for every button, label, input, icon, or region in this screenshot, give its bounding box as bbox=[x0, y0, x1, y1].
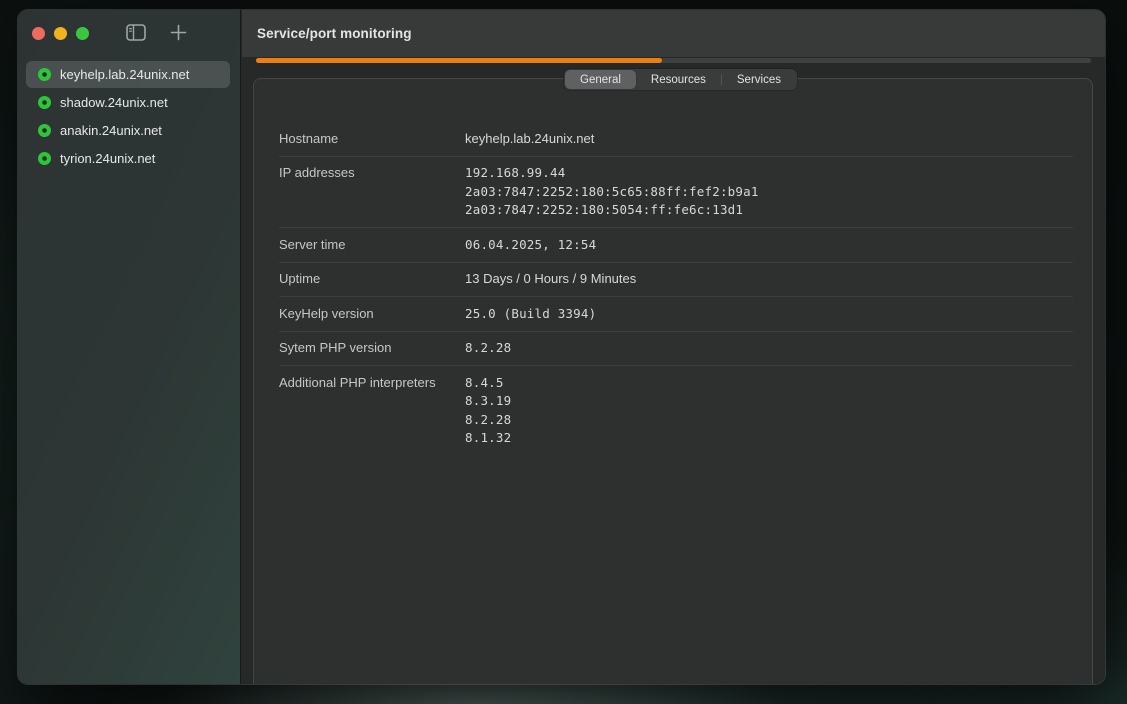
detail-row-server-time: Server time 06.04.2025, 12:54 bbox=[279, 228, 1073, 263]
detail-label: Additional PHP interpreters bbox=[279, 374, 465, 448]
server-item-label: shadow.24unix.net bbox=[60, 95, 168, 110]
page-title: Service/port monitoring bbox=[257, 26, 412, 41]
server-item-label: anakin.24unix.net bbox=[60, 123, 162, 138]
server-item-label: keyhelp.lab.24unix.net bbox=[60, 67, 189, 82]
status-online-icon bbox=[38, 124, 51, 137]
progress-bar-fill bbox=[256, 58, 662, 63]
detail-value: 13 Days / 0 Hours / 9 Minutes bbox=[465, 270, 636, 289]
detail-label: Uptime bbox=[279, 270, 465, 289]
detail-value: 06.04.2025, 12:54 bbox=[465, 236, 596, 255]
detail-row-additional-php: Additional PHP interpreters 8.4.5 8.3.19… bbox=[279, 366, 1073, 455]
sidebar-toggle-icon bbox=[126, 24, 146, 44]
detail-row-uptime: Uptime 13 Days / 0 Hours / 9 Minutes bbox=[279, 263, 1073, 298]
minimize-button[interactable] bbox=[54, 27, 67, 40]
sidebar-toggle-button[interactable] bbox=[124, 22, 148, 46]
detail-value: 8.2.28 bbox=[465, 339, 511, 358]
detail-value: 8.4.5 8.3.19 8.2.28 8.1.32 bbox=[465, 374, 511, 448]
main-content: Service/port monitoring Hostname keyhelp… bbox=[242, 10, 1105, 684]
details-table: Hostname keyhelp.lab.24unix.net IP addre… bbox=[279, 122, 1073, 455]
server-item-tyrion[interactable]: tyrion.24unix.net bbox=[26, 145, 230, 172]
app-window: keyhelp.lab.24unix.net shadow.24unix.net… bbox=[18, 10, 1105, 684]
detail-row-system-php-version: Sytem PHP version 8.2.28 bbox=[279, 332, 1073, 367]
tab-general[interactable]: General bbox=[565, 70, 636, 89]
server-item-anakin[interactable]: anakin.24unix.net bbox=[26, 117, 230, 144]
status-online-icon bbox=[38, 96, 51, 109]
tab-bar: General Resources Services bbox=[564, 69, 797, 90]
status-online-icon bbox=[38, 68, 51, 81]
detail-label: Hostname bbox=[279, 130, 465, 149]
tab-content-panel: Hostname keyhelp.lab.24unix.net IP addre… bbox=[253, 78, 1093, 684]
desktop-wallpaper: keyhelp.lab.24unix.net shadow.24unix.net… bbox=[0, 0, 1127, 704]
sidebar-toolbar bbox=[18, 10, 240, 57]
detail-value: 25.0 (Build 3394) bbox=[465, 305, 596, 324]
close-button[interactable] bbox=[32, 27, 45, 40]
detail-value: keyhelp.lab.24unix.net bbox=[465, 130, 594, 149]
detail-label: Server time bbox=[279, 236, 465, 255]
progress-bar bbox=[256, 58, 1091, 63]
tab-services[interactable]: Services bbox=[722, 70, 796, 89]
add-server-button[interactable] bbox=[168, 22, 189, 46]
detail-value: 192.168.99.44 2a03:7847:2252:180:5c65:88… bbox=[465, 164, 759, 220]
detail-label: KeyHelp version bbox=[279, 305, 465, 324]
sidebar: keyhelp.lab.24unix.net shadow.24unix.net… bbox=[18, 10, 241, 684]
detail-label: Sytem PHP version bbox=[279, 339, 465, 358]
zoom-button[interactable] bbox=[76, 27, 89, 40]
detail-row-keyhelp-version: KeyHelp version 25.0 (Build 3394) bbox=[279, 297, 1073, 332]
server-list: keyhelp.lab.24unix.net shadow.24unix.net… bbox=[18, 57, 240, 172]
server-item-shadow[interactable]: shadow.24unix.net bbox=[26, 89, 230, 116]
server-item-keyhelp[interactable]: keyhelp.lab.24unix.net bbox=[26, 61, 230, 88]
plus-icon bbox=[170, 24, 187, 44]
title-bar: Service/port monitoring bbox=[242, 10, 1105, 57]
detail-label: IP addresses bbox=[279, 164, 465, 220]
detail-row-ip-addresses: IP addresses 192.168.99.44 2a03:7847:225… bbox=[279, 157, 1073, 229]
status-online-icon bbox=[38, 152, 51, 165]
server-item-label: tyrion.24unix.net bbox=[60, 151, 155, 166]
tab-resources[interactable]: Resources bbox=[636, 70, 721, 89]
detail-row-hostname: Hostname keyhelp.lab.24unix.net bbox=[279, 122, 1073, 157]
